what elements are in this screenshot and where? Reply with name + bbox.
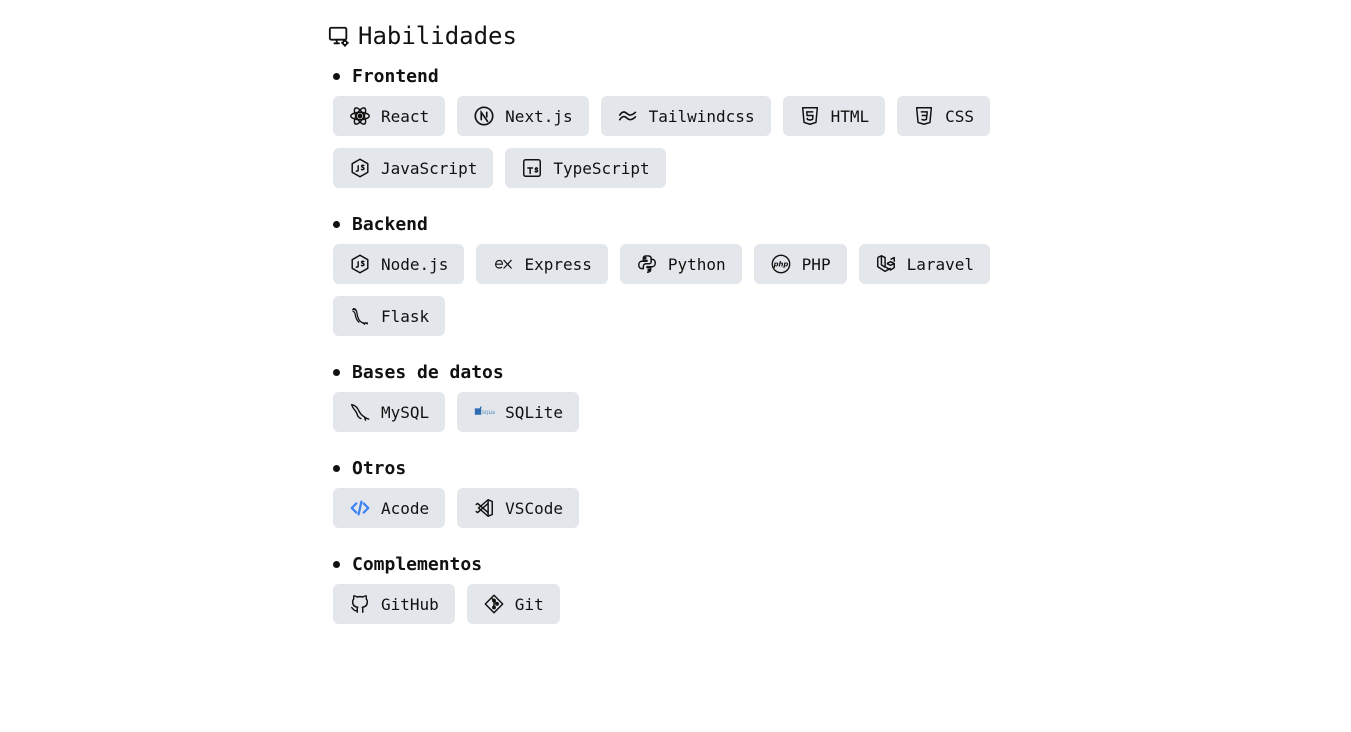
skill-chip-vscode[interactable]: VSCode (457, 488, 579, 528)
section-title: Bases de datos (333, 360, 988, 384)
skill-chip-tailwindcss[interactable]: Tailwindcss (600, 96, 771, 136)
skill-label: React (381, 106, 430, 126)
skill-label: MySQL (381, 402, 430, 422)
github-icon (349, 593, 371, 615)
skill-label: Flask (381, 306, 430, 326)
skill-chip-flask[interactable]: Flask (333, 296, 446, 336)
section-title-text: Complementos (352, 553, 483, 575)
bullet-icon (333, 368, 340, 376)
skill-label: VSCode (505, 498, 563, 518)
php-icon: php (770, 253, 792, 275)
skills-page: Habilidades Frontend React Next.js Tailwind… (328, 18, 991, 648)
bullet-icon (333, 560, 340, 568)
section-title-text: Otros (352, 457, 407, 479)
skill-chip-react[interactable]: React (333, 96, 446, 136)
section-backend: Backend Node.js Express Python php PHP Laravel… (333, 212, 991, 336)
nodejs-icon (349, 253, 371, 275)
skill-label: Tailwindcss (648, 106, 755, 126)
tailwind-icon (617, 105, 639, 127)
section-title-text: Bases de datos (352, 361, 504, 383)
page-heading: Habilidades (328, 18, 988, 54)
skill-label: CSS (945, 106, 975, 126)
nextjs-icon (473, 105, 495, 127)
skills-sections: Frontend React Next.js Tailwindcss HTML CSS Ja… (328, 64, 991, 624)
skill-label: Express (524, 254, 592, 274)
skill-label: Next.js (505, 106, 573, 126)
bullet-icon (333, 464, 340, 472)
skill-chip-css[interactable]: CSS (897, 96, 991, 136)
skill-label: TypeScript (553, 158, 650, 178)
skill-chip-node-js[interactable]: Node.js (333, 244, 465, 284)
mysql-icon (349, 401, 371, 423)
vscode-icon (473, 497, 495, 519)
skill-chip-sqlite[interactable]: SQLite SQLite (457, 392, 579, 432)
css3-icon (913, 105, 935, 127)
section-complements: Complementos GitHub Git (333, 552, 988, 624)
skill-list: GitHub Git (333, 584, 993, 624)
skill-chip-express[interactable]: Express (476, 244, 608, 284)
skill-list: MySQL SQLite SQLite (333, 392, 993, 432)
javascript-icon (349, 157, 371, 179)
skill-label: Node.js (381, 254, 449, 274)
typescript-icon (521, 157, 543, 179)
skill-list: Acode VSCode (333, 488, 993, 528)
skill-label: PHP (801, 254, 831, 274)
skill-chip-mysql[interactable]: MySQL (333, 392, 446, 432)
section-title-text: Frontend (352, 65, 439, 87)
section-title: Backend (333, 212, 988, 236)
skill-chip-next-js[interactable]: Next.js (457, 96, 589, 136)
skill-label: Git (514, 594, 544, 614)
skill-chip-python[interactable]: Python (619, 244, 742, 284)
skill-chip-laravel[interactable]: Laravel (858, 244, 991, 284)
skill-chip-php[interactable]: php PHP (753, 244, 847, 284)
computer-settings-icon (328, 25, 350, 47)
html5-icon (799, 105, 821, 127)
page-title: Habilidades (358, 22, 517, 50)
section-frontend: Frontend React Next.js Tailwindcss HTML CSS Ja… (333, 64, 991, 188)
skill-label: Acode (381, 498, 430, 518)
skill-label: SQLite (505, 402, 563, 422)
laravel-icon (875, 253, 897, 275)
skill-chip-git[interactable]: Git (466, 584, 560, 624)
skill-label: JavaScript (381, 158, 478, 178)
skill-list: Node.js Express Python php PHP Laravel Flask (333, 244, 993, 336)
section-title: Frontend (333, 64, 988, 88)
skill-chip-acode[interactable]: Acode (333, 488, 446, 528)
bullet-icon (333, 72, 340, 80)
acode-icon (349, 497, 371, 519)
skill-label: Python (667, 254, 726, 274)
skill-chip-javascript[interactable]: JavaScript (333, 148, 494, 188)
section-title: Complementos (333, 552, 988, 576)
skill-chip-html[interactable]: HTML (782, 96, 886, 136)
section-title-text: Backend (352, 213, 428, 235)
flask-icon (349, 305, 371, 327)
git-icon (483, 593, 505, 615)
svg-text:php: php (772, 260, 788, 268)
skill-label: HTML (830, 106, 870, 126)
section-databases: Bases de datos MySQL SQLite SQLite (333, 360, 988, 432)
section-others: Otros Acode VSCode (333, 456, 988, 528)
skill-list: React Next.js Tailwindcss HTML CSS JavaScript… (333, 96, 993, 188)
sqlite-icon: SQLite (473, 401, 495, 423)
skill-chip-typescript[interactable]: TypeScript (505, 148, 666, 188)
skill-label: Laravel (906, 254, 975, 274)
svg-text:SQLite: SQLite (482, 410, 495, 415)
bullet-icon (333, 220, 340, 228)
react-icon (349, 105, 371, 127)
section-title: Otros (333, 456, 988, 480)
express-icon (492, 253, 514, 275)
skill-label: GitHub (381, 594, 439, 614)
python-icon (636, 253, 658, 275)
skill-chip-github[interactable]: GitHub (333, 584, 455, 624)
